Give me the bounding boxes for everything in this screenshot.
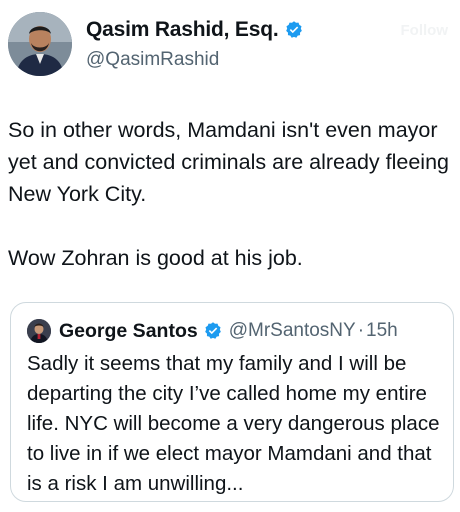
author-name-row: Qasim Rashid, Esq. xyxy=(86,18,304,42)
verified-badge-icon xyxy=(203,321,223,341)
quoted-tweet-header: George Santos @MrSantosNY · 15h xyxy=(27,319,398,343)
avatar-photo-icon xyxy=(27,319,51,343)
author-handle[interactable]: @QasimRashid xyxy=(86,49,219,71)
author-avatar[interactable] xyxy=(8,12,72,76)
quoted-tweet-timestamp[interactable]: 15h xyxy=(366,320,398,342)
tweet-paragraph: Wow Zohran is good at his job. xyxy=(8,246,303,270)
follow-button[interactable]: Follow xyxy=(401,22,449,39)
tweet-header: Qasim Rashid, Esq. @QasimRashid Follow xyxy=(8,12,452,78)
tweet-paragraph: So in other words, Mamdani isn't even ma… xyxy=(8,118,449,206)
tweet-body: So in other words, Mamdani isn't even ma… xyxy=(8,114,454,274)
verified-badge-icon xyxy=(284,20,304,40)
quoted-author-handle[interactable]: @MrSantosNY xyxy=(229,320,356,342)
avatar-photo-icon xyxy=(8,12,72,76)
author-name[interactable]: Qasim Rashid, Esq. xyxy=(86,18,279,42)
quoted-tweet-card[interactable]: George Santos @MrSantosNY · 15h Sadly it… xyxy=(10,302,454,502)
quoted-author-name[interactable]: George Santos xyxy=(59,320,198,343)
separator-dot: · xyxy=(357,320,365,341)
quoted-tweet-text: Sadly it seems that my family and I will… xyxy=(27,352,440,495)
quoted-author-avatar[interactable] xyxy=(27,319,51,343)
